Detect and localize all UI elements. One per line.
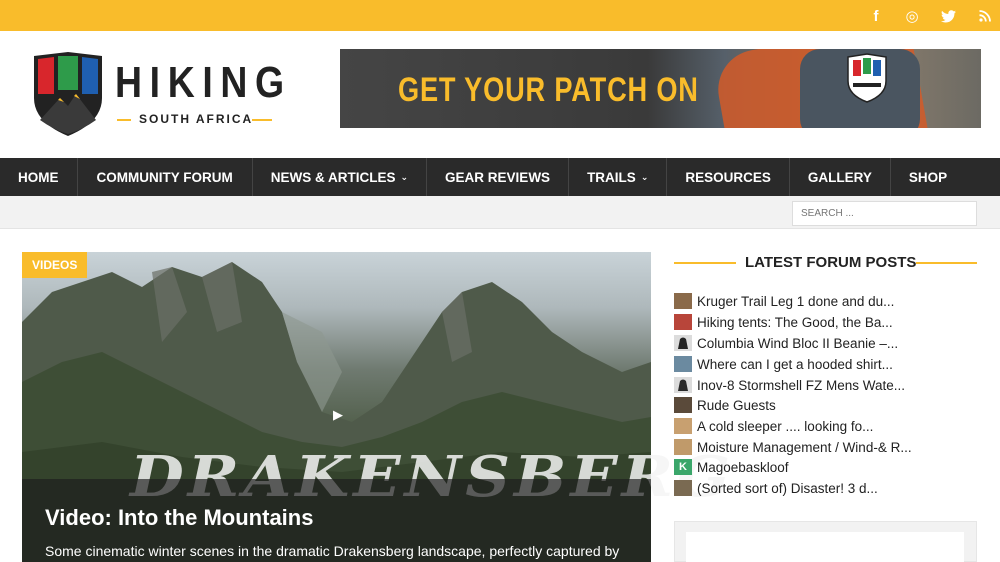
avatar bbox=[674, 377, 692, 393]
widget-rule-right bbox=[916, 262, 977, 264]
nav-item-trails[interactable]: TRAILS ⌄ bbox=[569, 158, 668, 196]
instagram-icon[interactable]: ◎ bbox=[903, 7, 921, 25]
search-input[interactable] bbox=[792, 201, 977, 226]
nav-label: SHOP bbox=[908, 169, 948, 185]
featured-post-excerpt: Some cinematic winter scenes in the dram… bbox=[45, 543, 620, 559]
category-tag[interactable]: VIDEOS bbox=[22, 252, 88, 278]
facebook-icon[interactable]: f bbox=[867, 7, 885, 25]
nav-item-shop[interactable]: SHOP bbox=[891, 158, 965, 196]
logo-rule-left bbox=[117, 119, 131, 121]
forum-post-title: Columbia Wind Bloc II Beanie –... bbox=[697, 335, 899, 351]
logo-title: HIKING bbox=[115, 58, 292, 107]
forum-post-item[interactable]: (Sorted sort of) Disaster! 3 d... bbox=[674, 478, 878, 498]
banner-headline: GET YOUR PATCH ON bbox=[398, 71, 699, 109]
chevron-down-icon: ⌄ bbox=[640, 171, 649, 182]
avatar bbox=[674, 356, 692, 372]
avatar bbox=[674, 335, 692, 351]
nav-label: COMMUNITY FORUM bbox=[96, 169, 233, 185]
widget-heading: LATEST FORUM POSTS bbox=[745, 254, 917, 271]
forum-post-title: Where can I get a hooded shirt... bbox=[697, 356, 893, 372]
forum-post-title: Kruger Trail Leg 1 done and du... bbox=[697, 293, 895, 309]
forum-post-item[interactable]: Kruger Trail Leg 1 done and du... bbox=[674, 291, 894, 311]
widget-rule-left bbox=[674, 262, 736, 264]
rss-icon[interactable] bbox=[976, 7, 994, 25]
forum-post-item[interactable]: Columbia Wind Bloc II Beanie –... bbox=[674, 333, 898, 353]
nav-item-resources[interactable]: RESOURCES bbox=[667, 158, 790, 196]
nav-label: RESOURCES bbox=[685, 169, 771, 185]
nav-item-home[interactable]: HOME bbox=[0, 158, 78, 196]
avatar bbox=[674, 293, 692, 309]
forum-post-item[interactable]: Moisture Management / Wind-& R... bbox=[674, 437, 912, 457]
forum-post-title: Inov-8 Stormshell FZ Mens Wate... bbox=[697, 377, 906, 393]
nav-label: GALLERY bbox=[807, 169, 872, 185]
sidebar-widget-content bbox=[686, 532, 964, 562]
avatar bbox=[674, 439, 692, 455]
nav-item-gear-reviews[interactable]: GEAR REVIEWS bbox=[427, 158, 570, 196]
avatar: K bbox=[674, 459, 692, 475]
promo-banner[interactable]: GET YOUR PATCH ON bbox=[340, 49, 981, 128]
patch-badge-icon bbox=[847, 53, 887, 103]
forum-post-title: A cold sleeper .... looking fo... bbox=[697, 418, 874, 434]
logo-rule-right bbox=[252, 119, 272, 121]
forum-post-item[interactable]: Where can I get a hooded shirt... bbox=[674, 354, 893, 374]
forum-post-item[interactable]: Inov-8 Stormshell FZ Mens Wate... bbox=[674, 375, 905, 395]
forum-post-title: Hiking tents: The Good, the Ba... bbox=[697, 314, 893, 330]
forum-post-item[interactable]: Rude Guests bbox=[674, 395, 776, 415]
nav-item-community-forum[interactable]: COMMUNITY FORUM bbox=[78, 158, 253, 196]
nav-item-news-articles[interactable]: NEWS & ARTICLES ⌄ bbox=[253, 158, 428, 196]
shield-logo-icon bbox=[34, 52, 102, 136]
forum-post-item[interactable]: A cold sleeper .... looking fo... bbox=[674, 416, 873, 436]
forum-post-item[interactable]: K Magoebaskloof bbox=[674, 457, 789, 477]
featured-post-title[interactable]: Video: Into the Mountains bbox=[45, 505, 313, 531]
forum-post-title: Moisture Management / Wind-& R... bbox=[697, 439, 912, 455]
play-icon[interactable]: ▶ bbox=[323, 403, 353, 427]
chevron-down-icon: ⌄ bbox=[400, 171, 409, 182]
main-nav: HOME COMMUNITY FORUM NEWS & ARTICLES ⌄ GE… bbox=[0, 158, 1000, 196]
nav-label: HOME bbox=[18, 169, 59, 185]
forum-post-item[interactable]: Hiking tents: The Good, the Ba... bbox=[674, 312, 893, 332]
forum-post-title: Rude Guests bbox=[697, 397, 776, 413]
nav-label: GEAR REVIEWS bbox=[445, 169, 551, 185]
forum-post-title: Magoebaskloof bbox=[697, 459, 789, 475]
twitter-icon[interactable] bbox=[939, 7, 957, 25]
avatar bbox=[674, 418, 692, 434]
nav-label: NEWS & ARTICLES bbox=[270, 169, 396, 185]
top-bar bbox=[0, 0, 1000, 31]
forum-post-title: (Sorted sort of) Disaster! 3 d... bbox=[697, 480, 878, 496]
nav-label: TRAILS bbox=[587, 169, 636, 185]
avatar bbox=[674, 480, 692, 496]
logo-subtitle: SOUTH AFRICA bbox=[139, 112, 254, 126]
avatar bbox=[674, 397, 692, 413]
nav-item-gallery[interactable]: GALLERY bbox=[790, 158, 891, 196]
avatar bbox=[674, 314, 692, 330]
